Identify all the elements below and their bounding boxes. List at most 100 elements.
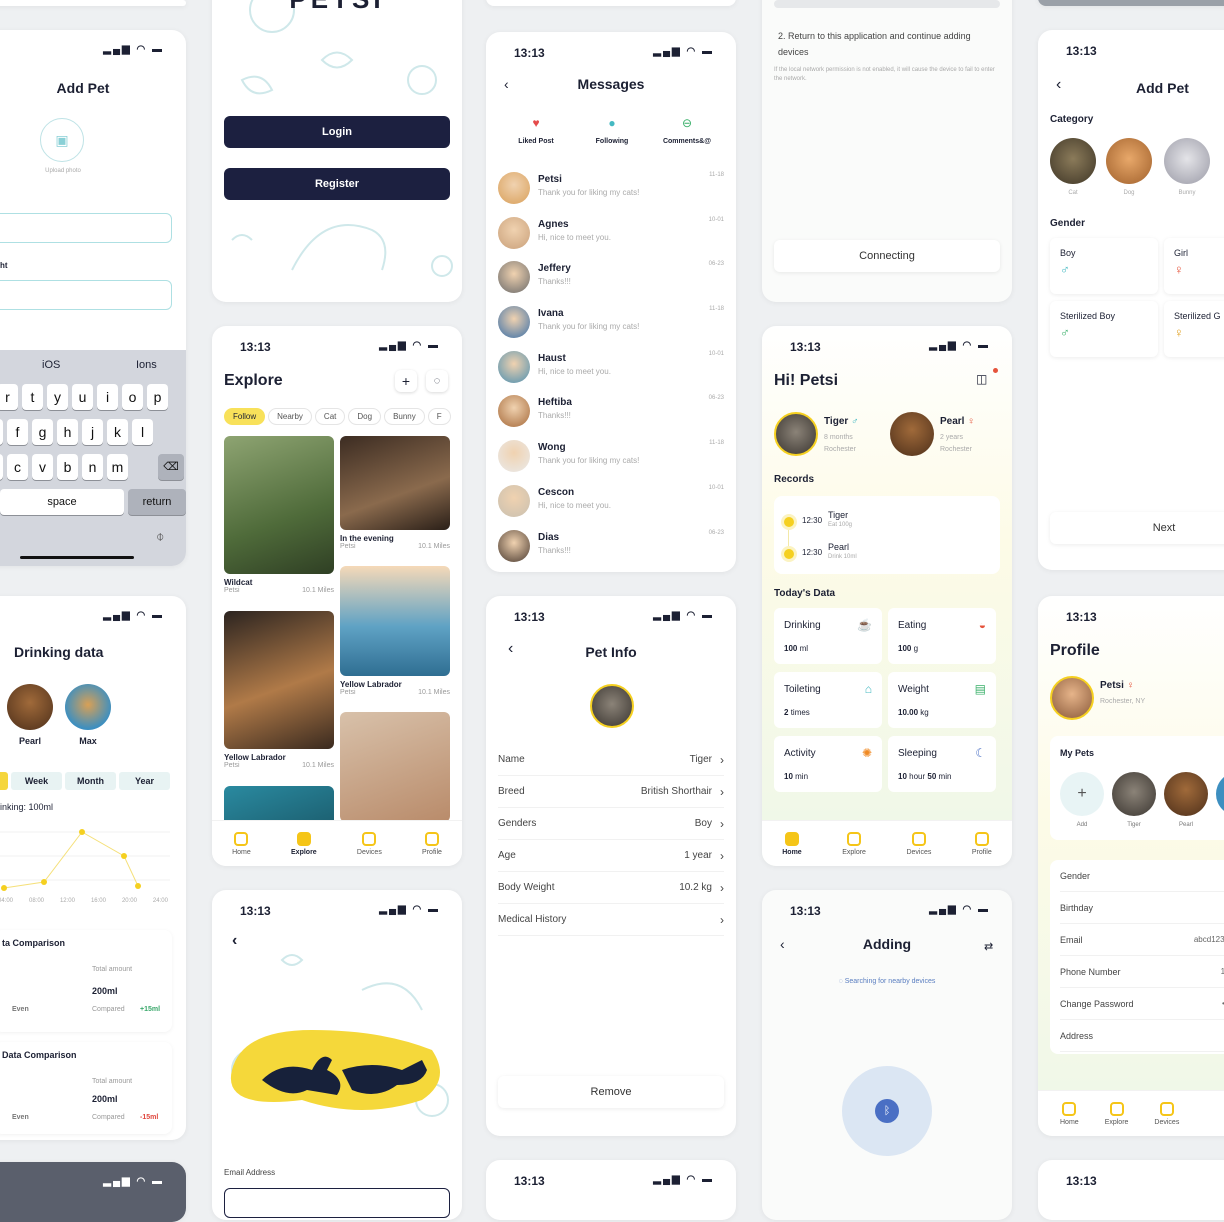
- tab-explore[interactable]: Explore: [291, 831, 317, 856]
- key-m[interactable]: m: [107, 454, 128, 480]
- chat-button[interactable]: ◌: [426, 370, 448, 392]
- key-u[interactable]: u: [72, 384, 93, 410]
- profile-row[interactable]: Address: [1060, 1020, 1224, 1052]
- delete-key[interactable]: ⌫: [158, 454, 184, 480]
- user-avatar[interactable]: [1050, 676, 1094, 720]
- filter-tag[interactable]: F: [427, 408, 451, 425]
- message-item[interactable]: Haust Hi, nice to meet you. 10-01: [498, 349, 724, 394]
- stat-card[interactable]: Weight ▤ 10.00 kg: [888, 672, 996, 728]
- stat-card[interactable]: Drinking ☕ 100 ml: [774, 608, 882, 664]
- login-button[interactable]: Login: [224, 116, 450, 148]
- gender-boy[interactable]: Boy ♂: [1050, 238, 1158, 294]
- tab-profile[interactable]: Profile: [972, 831, 992, 856]
- filter-tag[interactable]: Bunny: [384, 408, 425, 425]
- key-g[interactable]: g: [32, 419, 53, 445]
- message-item[interactable]: Ivana Thank you for liking my cats! 11-18: [498, 304, 724, 349]
- message-item[interactable]: Dias Thanks!!! 06-23: [498, 528, 724, 573]
- pet-avatar-partial[interactable]: [1216, 772, 1224, 816]
- tab-home[interactable]: Home: [782, 831, 802, 856]
- back-button[interactable]: ‹: [1056, 76, 1061, 94]
- email-input[interactable]: [224, 1188, 450, 1218]
- post-card[interactable]: Yellow Labrador Petsi 10.1 Miles: [224, 611, 334, 781]
- message-item[interactable]: Wong Thank you for liking my cats! 11-18: [498, 438, 724, 483]
- info-row[interactable]: Age 1 year ›: [498, 840, 724, 872]
- return-key[interactable]: return: [128, 489, 186, 515]
- filter-tag[interactable]: Dog: [348, 408, 382, 425]
- suggestion-2[interactable]: Ions: [136, 359, 157, 371]
- stat-card[interactable]: Sleeping ☾ 10 hour 50 min: [888, 736, 996, 792]
- key-c[interactable]: c: [7, 454, 28, 480]
- message-item[interactable]: Cescon Hi, nice to meet you. 10-01: [498, 483, 724, 528]
- tab-devices[interactable]: Devices: [1154, 1101, 1179, 1126]
- action-liked-post[interactable]: ♥ Liked Post: [506, 116, 566, 145]
- pet-card-tiger[interactable]: Tiger ♂ 8 months Rochester: [774, 412, 884, 462]
- info-row[interactable]: Medical History ›: [498, 904, 724, 936]
- microphone-icon[interactable]: ⌽: [156, 528, 164, 545]
- filter-tag[interactable]: Follow: [224, 408, 266, 425]
- pet-avatar-max[interactable]: [65, 684, 111, 730]
- info-row[interactable]: Genders Boy ›: [498, 808, 724, 840]
- message-item[interactable]: Agnes Hi, nice to meet you. 10-01: [498, 215, 724, 260]
- key-d[interactable]: d: [0, 419, 3, 445]
- record-item[interactable]: 12:30 Pearl Drink 10ml: [782, 542, 982, 566]
- post-card[interactable]: Yellow Labrador Petsi 10.1 Miles: [340, 566, 450, 706]
- key-f[interactable]: f: [7, 419, 28, 445]
- pet-avatar-pearl[interactable]: [7, 684, 53, 730]
- filter-tag[interactable]: Nearby: [268, 408, 312, 425]
- upload-photo-button[interactable]: ▣: [40, 118, 84, 162]
- message-item[interactable]: Heftiba Thanks!!! 06-23: [498, 393, 724, 438]
- key-p[interactable]: p: [147, 384, 168, 410]
- key-l[interactable]: l: [132, 419, 153, 445]
- name-input[interactable]: [0, 213, 172, 243]
- category-bunny[interactable]: Bunny: [1164, 138, 1210, 196]
- tab-month[interactable]: Month: [65, 772, 116, 790]
- bluetooth-icon[interactable]: ᛒ: [875, 1099, 899, 1123]
- tab-day[interactable]: [0, 772, 8, 790]
- tab-home[interactable]: Home: [232, 831, 251, 856]
- key-i[interactable]: i: [97, 384, 118, 410]
- pet-avatar[interactable]: [590, 684, 634, 728]
- profile-row[interactable]: Change Password••••••••••: [1060, 988, 1224, 1020]
- profile-row[interactable]: Email abcd123@gmai: [1060, 924, 1224, 956]
- post-card[interactable]: Wildcat Petsi 10.1 Miles: [224, 436, 334, 606]
- key-t[interactable]: t: [22, 384, 43, 410]
- info-row[interactable]: Breed British Shorthair ›: [498, 776, 724, 808]
- register-button[interactable]: Register: [224, 168, 450, 200]
- stat-card[interactable]: Toileting ⌂ 2 times: [774, 672, 882, 728]
- message-item[interactable]: Petsi Thank you for liking my cats! 11-18: [498, 170, 724, 215]
- record-item[interactable]: 12:30 Tiger Eat 100g: [782, 510, 982, 534]
- key-b[interactable]: b: [57, 454, 78, 480]
- tab-explore[interactable]: Explore: [1105, 1101, 1128, 1126]
- action-following[interactable]: ● Following: [582, 116, 642, 145]
- key-y[interactable]: y: [47, 384, 68, 410]
- space-key[interactable]: space: [0, 489, 124, 515]
- key-x[interactable]: x: [0, 454, 3, 480]
- add-pet-button[interactable]: +: [1060, 772, 1104, 816]
- info-row[interactable]: Body Weight 10.2 kg ›: [498, 872, 724, 904]
- tab-home[interactable]: Home: [1060, 1101, 1079, 1126]
- connecting-button[interactable]: Connecting: [774, 240, 1000, 272]
- camera-button[interactable]: ◫: [976, 368, 998, 392]
- gender-girl[interactable]: Girl ♀: [1164, 238, 1224, 294]
- suggestion-1[interactable]: iOS: [42, 359, 60, 371]
- tab-week[interactable]: Week: [11, 772, 62, 790]
- key-o[interactable]: o: [122, 384, 143, 410]
- info-row[interactable]: Name Tiger ›: [498, 744, 724, 776]
- tab-explore[interactable]: Explore: [842, 831, 866, 856]
- gender-sterilized-boy[interactable]: Sterilized Boy ♂: [1050, 301, 1158, 357]
- next-button[interactable]: Next: [1050, 512, 1224, 544]
- profile-row[interactable]: Phone Number 123-456: [1060, 956, 1224, 988]
- refresh-icon[interactable]: ⇄: [984, 940, 993, 953]
- stat-card[interactable]: Activity ✺ 10 min: [774, 736, 882, 792]
- message-item[interactable]: Jeffery Thanks!!! 06-23: [498, 259, 724, 304]
- filter-tag[interactable]: Cat: [314, 408, 346, 425]
- tab-devices[interactable]: Devices: [357, 831, 382, 856]
- profile-row[interactable]: Birthday12-12: [1060, 892, 1224, 924]
- pet-avatar-pearl[interactable]: [1164, 772, 1208, 816]
- post-card[interactable]: In the evening Petsi 10.1 Miles: [340, 436, 450, 566]
- tab-devices[interactable]: Devices: [906, 831, 931, 856]
- key-j[interactable]: j: [82, 419, 103, 445]
- action-comments[interactable]: ⊖ Comments&@: [652, 116, 722, 145]
- add-button[interactable]: +: [395, 370, 417, 392]
- back-button[interactable]: ‹: [232, 932, 237, 950]
